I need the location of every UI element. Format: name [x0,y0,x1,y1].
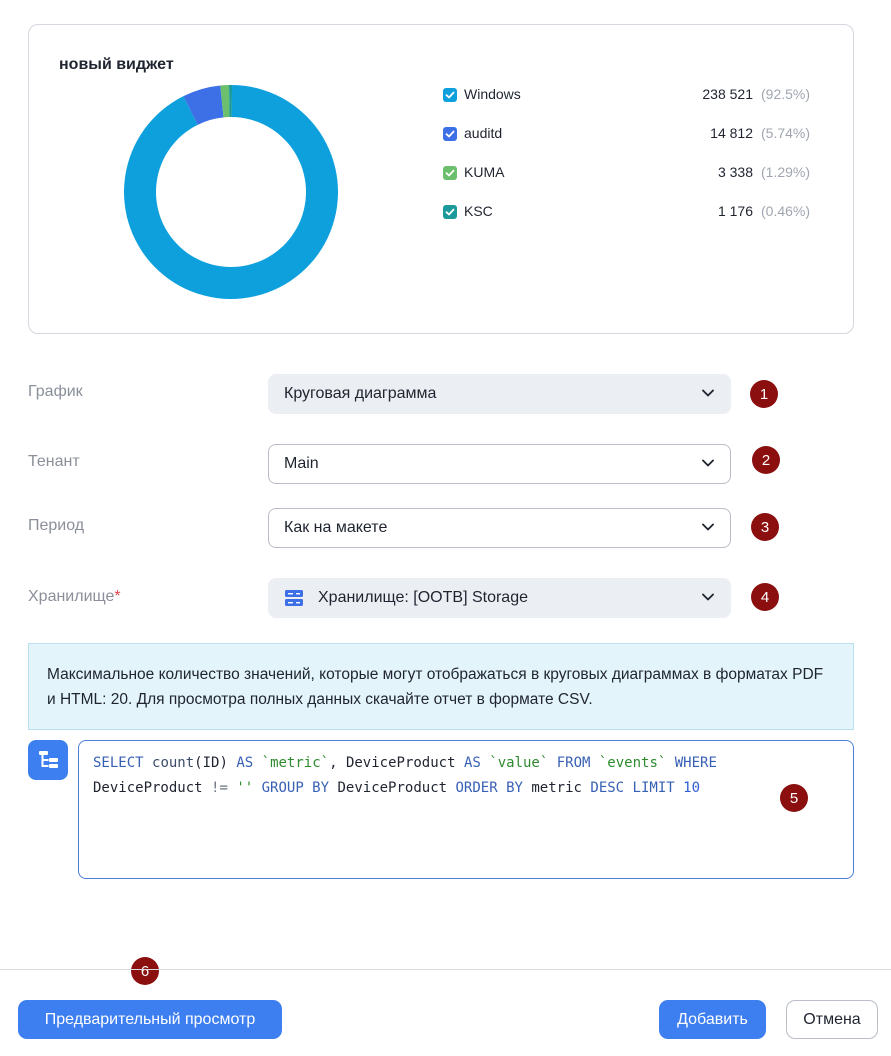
storage-select[interactable]: Хранилище: [OOTB] Storage [268,578,731,618]
legend-percent: (1.29%) [761,164,811,180]
required-asterisk: * [114,588,121,605]
chart-type-select[interactable]: Круговая диаграмма [268,374,731,414]
legend-label: KUMA [464,164,505,180]
info-notice: Максимальное количество значений, которы… [28,643,854,730]
chevron-down-icon [702,593,714,601]
tenant-value: Main [284,455,319,472]
chart-legend: Windows 238 521 (92.5%) auditd 14 812 (5… [443,83,815,239]
legend-percent: (5.74%) [761,125,811,141]
sql-query-editor[interactable]: SELECT count(ID) AS `metric`, DeviceProd… [78,740,854,879]
storage-value: Хранилище: [OOTB] Storage [318,589,528,606]
annotation-badge: 5 [780,784,808,812]
add-button[interactable]: Добавить [659,1000,766,1039]
checkbox-checked-icon[interactable] [443,88,457,102]
query-builder-button[interactable] [28,740,68,780]
widget-title: новый виджет [59,56,174,73]
legend-label: auditd [464,125,503,141]
info-text: Максимальное количество значений, которы… [47,666,824,708]
chevron-down-icon [702,523,714,531]
tree-structure-icon [39,751,58,768]
widget-preview-card: новый виджет Windows 238 521 (92.5%) aud… [28,24,854,334]
legend-item-kuma[interactable]: KUMA 3 338 (1.29%) [443,161,815,200]
donut-slice-windows[interactable] [123,85,338,300]
period-label: Период [28,517,85,534]
storage-icon [284,588,304,608]
checkbox-checked-icon[interactable] [443,205,457,219]
legend-item-windows[interactable]: Windows 238 521 (92.5%) [443,83,815,122]
donut-chart [123,85,338,300]
annotation-badge: 4 [751,583,779,611]
chevron-down-icon [702,459,714,467]
period-value: Как на макете [284,519,388,536]
tenant-select[interactable]: Main [268,444,731,484]
legend-value: 3 338 [717,164,753,180]
annotation-badge: 1 [750,380,778,408]
legend-label: Windows [464,86,521,102]
tenant-label: Тенант [28,453,80,470]
chart-type-value: Круговая диаграмма [284,385,437,402]
chevron-down-icon [702,389,714,397]
annotation-badge: 2 [752,446,780,474]
legend-label: KSC [464,203,493,219]
legend-item-auditd[interactable]: auditd 14 812 (5.74%) [443,122,815,161]
annotation-badge: 6 [131,957,159,985]
storage-label: Хранилище* [28,588,121,605]
chart-type-label: График [28,383,83,400]
checkbox-checked-icon[interactable] [443,166,457,180]
annotation-badge: 3 [751,513,779,541]
legend-item-ksc[interactable]: KSC 1 176 (0.46%) [443,200,815,239]
cancel-button[interactable]: Отмена [786,1000,878,1039]
period-select[interactable]: Как на макете [268,508,731,548]
legend-percent: (92.5%) [761,86,811,102]
legend-value: 238 521 [702,86,753,102]
legend-value: 14 812 [710,125,753,141]
preview-button[interactable]: Предварительный просмотр [18,1000,282,1039]
legend-value: 1 176 [717,203,753,219]
legend-percent: (0.46%) [761,203,811,219]
checkbox-checked-icon[interactable] [443,127,457,141]
footer-divider [0,969,891,970]
